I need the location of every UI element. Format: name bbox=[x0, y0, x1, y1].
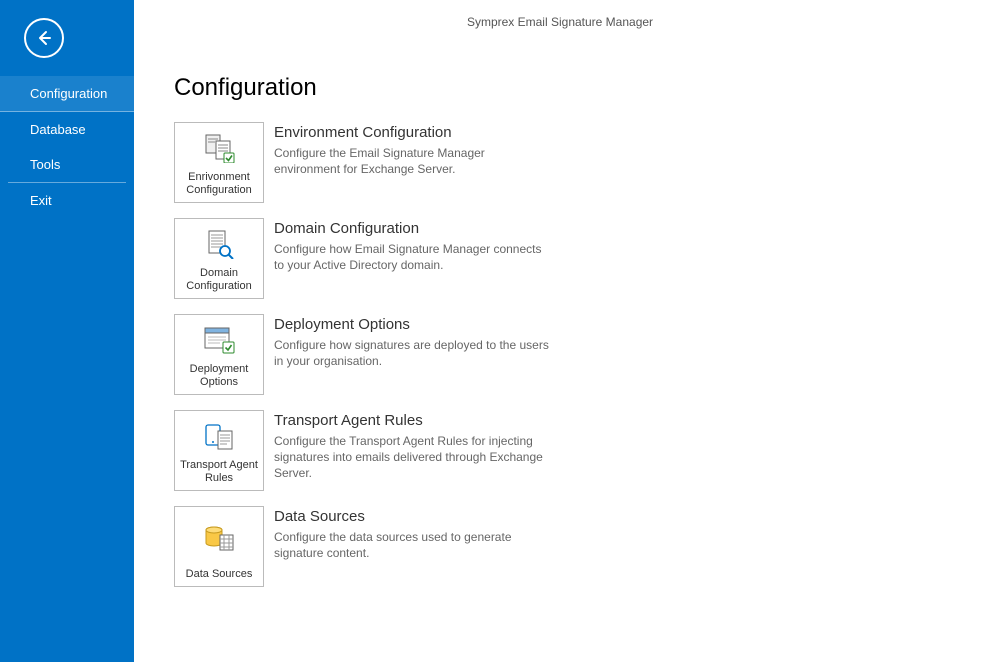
tile-label: Enrivonment Configuration bbox=[178, 171, 260, 197]
tile-data-sources[interactable]: Data Sources bbox=[174, 506, 264, 587]
tile-desc: Configure how signatures are deployed to… bbox=[274, 337, 554, 369]
window-check-icon bbox=[202, 320, 236, 360]
nav-list: Configuration Database Tools Exit bbox=[0, 76, 134, 218]
tile-row: Enrivonment Configuration Environment Co… bbox=[174, 122, 946, 203]
page-title: Configuration bbox=[174, 74, 946, 102]
tile-row: Deployment Options Deployment Options Co… bbox=[174, 314, 946, 395]
window-title: Symprex Email Signature Manager bbox=[134, 0, 986, 44]
back-button[interactable] bbox=[24, 18, 64, 58]
tile-transport-agent-rules[interactable]: Transport Agent Rules bbox=[174, 410, 264, 491]
tile-desc: Configure the Transport Agent Rules for … bbox=[274, 433, 554, 482]
tile-desc: Configure the data sources used to gener… bbox=[274, 529, 554, 561]
tile-title: Data Sources bbox=[274, 508, 554, 525]
tile-desc: Configure how Email Signature Manager co… bbox=[274, 241, 554, 273]
tile-label: Deployment Options bbox=[178, 363, 260, 389]
sidebar: Configuration Database Tools Exit bbox=[0, 0, 134, 662]
content-area: Configuration Enrivonment Configuration … bbox=[134, 44, 986, 602]
server-search-icon bbox=[203, 224, 235, 264]
tile-text: Environment Configuration Configure the … bbox=[274, 122, 554, 177]
tile-row: Data Sources Data Sources Configure the … bbox=[174, 506, 946, 587]
nav-item-tools[interactable]: Tools bbox=[8, 147, 126, 183]
tile-title: Transport Agent Rules bbox=[274, 412, 554, 429]
tile-label: Domain Configuration bbox=[178, 267, 260, 293]
arrow-left-icon bbox=[34, 28, 54, 48]
tile-text: Domain Configuration Configure how Email… bbox=[274, 218, 554, 273]
device-doc-icon bbox=[202, 416, 236, 456]
nav-item-exit[interactable]: Exit bbox=[8, 183, 126, 218]
tile-row: Domain Configuration Domain Configuratio… bbox=[174, 218, 946, 299]
tile-row: Transport Agent Rules Transport Agent Ru… bbox=[174, 410, 946, 491]
tile-text: Transport Agent Rules Configure the Tran… bbox=[274, 410, 554, 482]
tile-label: Data Sources bbox=[186, 568, 253, 581]
tile-domain-configuration[interactable]: Domain Configuration bbox=[174, 218, 264, 299]
tile-text: Data Sources Configure the data sources … bbox=[274, 506, 554, 561]
servers-check-icon bbox=[202, 128, 236, 168]
nav-item-database[interactable]: Database bbox=[8, 112, 126, 147]
tile-environment-configuration[interactable]: Enrivonment Configuration bbox=[174, 122, 264, 203]
tile-title: Domain Configuration bbox=[274, 220, 554, 237]
tile-deployment-options[interactable]: Deployment Options bbox=[174, 314, 264, 395]
tile-desc: Configure the Email Signature Manager en… bbox=[274, 145, 554, 177]
main-area: Symprex Email Signature Manager Configur… bbox=[134, 0, 986, 662]
tile-label: Transport Agent Rules bbox=[178, 459, 260, 485]
db-table-icon bbox=[202, 512, 236, 565]
tile-text: Deployment Options Configure how signatu… bbox=[274, 314, 554, 369]
tile-title: Deployment Options bbox=[274, 316, 554, 333]
tile-title: Environment Configuration bbox=[274, 124, 554, 141]
nav-item-configuration[interactable]: Configuration bbox=[0, 76, 134, 112]
